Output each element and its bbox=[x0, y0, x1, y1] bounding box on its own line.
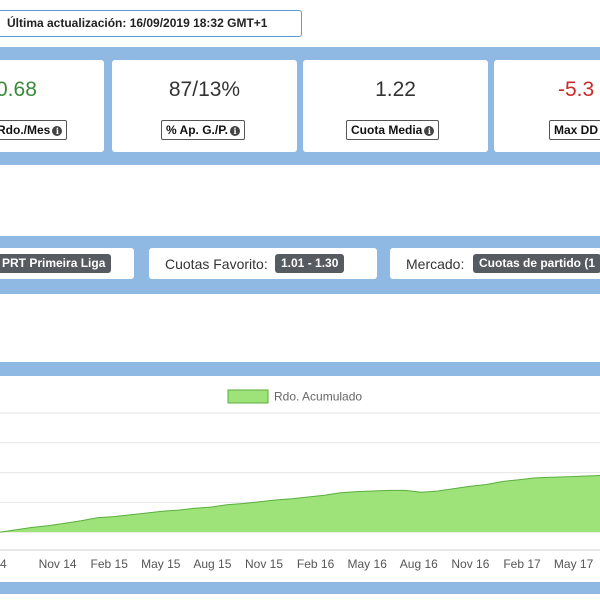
chart-card: 4 Nov 14 Feb 15 May 15 Aug 15 Nov 15 Feb 16 May… bbox=[0, 376, 600, 582]
stat-label-text: Max DD bbox=[554, 123, 599, 137]
x-tick-label: May 15 bbox=[141, 557, 181, 571]
cumulative-result-chart: 4 Nov 14 Feb 15 May 15 Aug 15 Nov 15 Feb 16 May… bbox=[0, 389, 600, 571]
legend-label-rdo-acumulado[interactable]: Rdo. Acumulado bbox=[274, 390, 362, 404]
stat-card-max-dd: -5.3 Max DDi bbox=[494, 60, 600, 152]
stat-value-ap-gp: 87/13% bbox=[168, 78, 241, 101]
x-tick-label: Nov 16 bbox=[451, 557, 489, 571]
area-series-rdo-acumulado[interactable] bbox=[0, 475, 600, 533]
stat-card-cuota-media: 1.22 Cuota Media i bbox=[303, 60, 488, 152]
market-label: Mercado: bbox=[406, 256, 465, 272]
x-tick-label: May 17 bbox=[554, 557, 594, 571]
info-icon[interactable]: i bbox=[230, 126, 241, 136]
x-tick-label: 4 bbox=[0, 557, 7, 571]
stat-label-text: % Ap. G./P. bbox=[166, 123, 229, 137]
favorite-odds-chip[interactable]: 1.01 - 1.30 bbox=[275, 254, 345, 273]
legend-swatch-rdo-acumulado[interactable] bbox=[227, 389, 269, 404]
x-tick-label: May 16 bbox=[348, 557, 388, 571]
x-tick-label: Feb 17 bbox=[503, 557, 541, 571]
x-tick-label: Feb 15 bbox=[91, 557, 129, 571]
x-tick-label: Aug 16 bbox=[400, 557, 438, 571]
stat-label-rdo-mes[interactable]: Rdo./Mes i bbox=[0, 120, 68, 140]
stat-card-ap-gp: 87/13% % Ap. G./P. i bbox=[112, 60, 297, 152]
last-update-text: Última actualización: 16/09/2019 18:32 G… bbox=[7, 16, 268, 30]
info-icon[interactable]: i bbox=[424, 126, 435, 136]
stat-label-text: Rdo./Mes bbox=[0, 123, 51, 137]
x-tick-label: Nov 14 bbox=[39, 557, 77, 571]
stat-label-cuota-media[interactable]: Cuota Media i bbox=[346, 120, 440, 140]
stat-label-max-dd[interactable]: Max DDi bbox=[549, 120, 600, 140]
league-chip[interactable]: PRT Primeira Liga bbox=[0, 254, 112, 273]
x-tick-label: Nov 15 bbox=[245, 557, 283, 571]
stat-label-ap-gp[interactable]: % Ap. G./P. i bbox=[161, 120, 246, 140]
stat-value-rdo-mes: 0.68 bbox=[0, 78, 37, 101]
stat-value-max-dd: -5.3 bbox=[558, 78, 595, 101]
filter-card-league[interactable]: PRT Primeira Liga bbox=[0, 248, 134, 279]
stat-card-rdo-mes: 0.68 Rdo./Mes i bbox=[0, 60, 104, 152]
x-tick-label: Feb 16 bbox=[297, 557, 335, 571]
stat-label-text: Cuota Media bbox=[351, 123, 423, 137]
filter-card-favorite-odds[interactable]: Cuotas Favorito: 1.01 - 1.30 bbox=[149, 248, 377, 279]
x-tick-label: Aug 15 bbox=[193, 557, 231, 571]
favorite-odds-label: Cuotas Favorito: bbox=[165, 256, 268, 272]
stat-value-cuota-media: 1.22 bbox=[375, 78, 416, 101]
market-chip[interactable]: Cuotas de partido (1 bbox=[473, 254, 600, 273]
filter-card-market[interactable]: Mercado: Cuotas de partido (1 bbox=[390, 248, 600, 279]
last-update-box: Última actualización: 16/09/2019 18:32 G… bbox=[0, 10, 302, 37]
info-icon[interactable]: i bbox=[52, 126, 63, 136]
